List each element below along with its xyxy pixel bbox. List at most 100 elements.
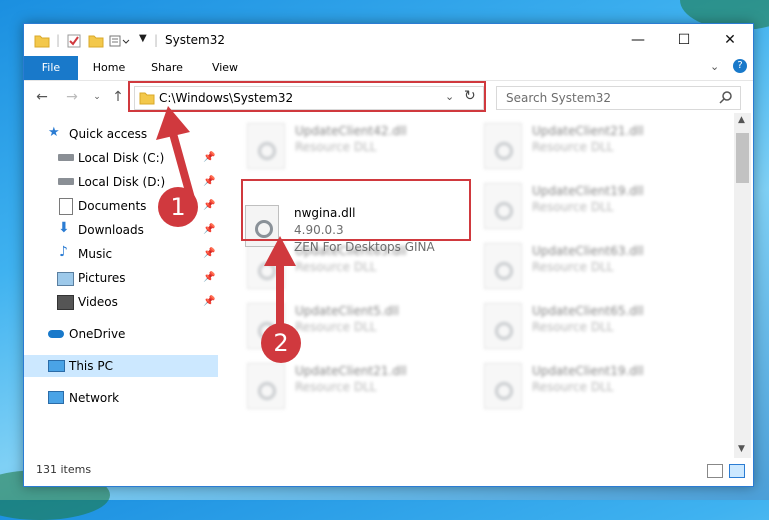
- file-tile[interactable]: UpdateClient21.dll Resource DLL: [245, 361, 475, 421]
- scroll-down-icon[interactable]: ▼: [738, 444, 745, 454]
- title-bar: | ▼ | System32 — ☐ ✕: [24, 24, 753, 56]
- file-name: UpdateClient21.dll: [532, 124, 644, 138]
- file-type: Resource DLL: [532, 200, 614, 214]
- dll-file-icon: [484, 123, 522, 169]
- details-view-icon[interactable]: [707, 464, 723, 478]
- pin-icon[interactable]: 📌: [203, 224, 215, 235]
- separator: |: [56, 33, 61, 47]
- nav-pictures[interactable]: Pictures 📌: [24, 267, 218, 289]
- help-icon[interactable]: ?: [733, 59, 747, 73]
- file-tile[interactable]: UpdateClient42.dll Resource DLL: [245, 121, 475, 181]
- nav-videos[interactable]: Videos 📌: [24, 291, 218, 313]
- nav-label: Downloads: [78, 223, 144, 237]
- nav-label: Documents: [78, 199, 147, 213]
- file-name: UpdateClient19.dll: [532, 184, 644, 198]
- pin-icon[interactable]: 📌: [203, 296, 215, 307]
- nav-label: Quick access: [69, 127, 148, 141]
- back-button[interactable]: ←: [32, 87, 52, 107]
- search-placeholder: Search System32: [506, 91, 612, 105]
- documents-icon: [59, 198, 73, 215]
- properties-icon[interactable]: [66, 33, 82, 49]
- dll-file-icon: [247, 363, 285, 409]
- file-tile[interactable]: UpdateClient63.dll Resource DLL: [482, 241, 712, 301]
- file-tile[interactable]: UpdateClient65.dll Resource DLL: [482, 301, 712, 361]
- gear-icon: [495, 142, 513, 160]
- pin-icon[interactable]: 📌: [203, 248, 215, 259]
- file-tile[interactable]: UpdateClient19.dll Resource DLL: [482, 181, 712, 241]
- forward-button[interactable]: →: [62, 87, 82, 107]
- videos-icon: [57, 295, 74, 310]
- dll-file-icon: [247, 123, 285, 169]
- tab-share[interactable]: Share: [144, 56, 190, 80]
- file-name: UpdateClient65.dll: [532, 304, 644, 318]
- file-type: Resource DLL: [532, 260, 614, 274]
- ribbon-expand-icon[interactable]: ⌄: [710, 60, 719, 73]
- vertical-scrollbar[interactable]: ▲ ▼: [734, 113, 751, 458]
- file-tile[interactable]: UpdateClient19.dll Resource DLL: [482, 361, 712, 421]
- file-type: Resource DLL: [295, 380, 377, 394]
- customize-icon[interactable]: [109, 33, 131, 49]
- tab-home[interactable]: Home: [86, 56, 132, 80]
- large-icons-view-icon[interactable]: [729, 464, 745, 478]
- scrollbar-thumb[interactable]: [736, 133, 749, 183]
- qa-dropdown-icon[interactable]: ▼: [139, 33, 147, 49]
- downloads-icon: ⬇: [58, 220, 70, 236]
- tab-view[interactable]: View: [202, 56, 248, 80]
- search-icon[interactable]: [719, 90, 733, 104]
- file-name: UpdateClient19.dll: [532, 364, 644, 378]
- gear-icon: [258, 142, 276, 160]
- file-description: ZEN For Desktops GINA: [294, 240, 435, 254]
- file-type: Resource DLL: [532, 140, 614, 154]
- network-icon: [48, 391, 64, 404]
- nav-onedrive[interactable]: OneDrive: [24, 323, 218, 345]
- gear-icon: [495, 322, 513, 340]
- dll-file-icon: [484, 303, 522, 349]
- nav-label: Network: [69, 391, 120, 405]
- nav-music[interactable]: ♪ Music 📌: [24, 243, 218, 265]
- status-bar: 131 items: [24, 458, 753, 484]
- nav-label: OneDrive: [69, 327, 126, 341]
- file-tile[interactable]: UpdateClient21.dll Resource DLL: [482, 121, 712, 181]
- up-button[interactable]: ↑: [108, 87, 128, 107]
- file-type: Resource DLL: [295, 320, 377, 334]
- recent-locations-button[interactable]: ⌄: [87, 87, 107, 107]
- step-badge-1: 1: [158, 187, 198, 227]
- computer-icon: [48, 360, 65, 372]
- music-icon: ♪: [59, 244, 68, 260]
- gear-icon: [495, 382, 513, 400]
- step-badge-2: 2: [261, 323, 301, 363]
- drive-icon: [58, 154, 74, 161]
- file-name: UpdateClient5.dll: [295, 304, 399, 318]
- folder-icon[interactable]: [34, 33, 50, 49]
- cloud-icon: [48, 330, 64, 338]
- file-type: Resource DLL: [295, 140, 377, 154]
- separator: |: [154, 33, 159, 47]
- minimize-button[interactable]: —: [615, 24, 661, 56]
- pictures-icon: [57, 272, 74, 286]
- nav-network[interactable]: Network: [24, 387, 218, 409]
- pin-icon[interactable]: 📌: [203, 272, 215, 283]
- file-name: UpdateClient63.dll: [532, 244, 644, 258]
- nav-label: Videos: [78, 295, 118, 309]
- file-type: Resource DLL: [532, 320, 614, 334]
- dll-file-icon: [484, 243, 522, 289]
- maximize-button[interactable]: ☐: [661, 24, 707, 56]
- gear-icon: [258, 382, 276, 400]
- new-folder-icon[interactable]: [88, 33, 104, 49]
- item-count: 131 items: [36, 463, 92, 476]
- gear-icon: [495, 262, 513, 280]
- star-icon: ★: [48, 125, 60, 140]
- nav-this-pc[interactable]: This PC: [24, 355, 218, 377]
- close-button[interactable]: ✕: [707, 24, 753, 56]
- file-name: UpdateClient42.dll: [295, 124, 407, 138]
- gear-icon: [495, 202, 513, 220]
- tab-file[interactable]: File: [24, 56, 78, 80]
- file-type: Resource DLL: [532, 380, 614, 394]
- ribbon-tabs: File Home Share View ⌄ ?: [24, 56, 753, 81]
- dll-file-icon: [484, 183, 522, 229]
- scroll-up-icon[interactable]: ▲: [738, 115, 745, 125]
- file-name: UpdateClient21.dll: [295, 364, 407, 378]
- drive-icon: [58, 178, 74, 185]
- file-type: Resource DLL: [295, 260, 377, 274]
- search-input[interactable]: Search System32: [496, 86, 741, 110]
